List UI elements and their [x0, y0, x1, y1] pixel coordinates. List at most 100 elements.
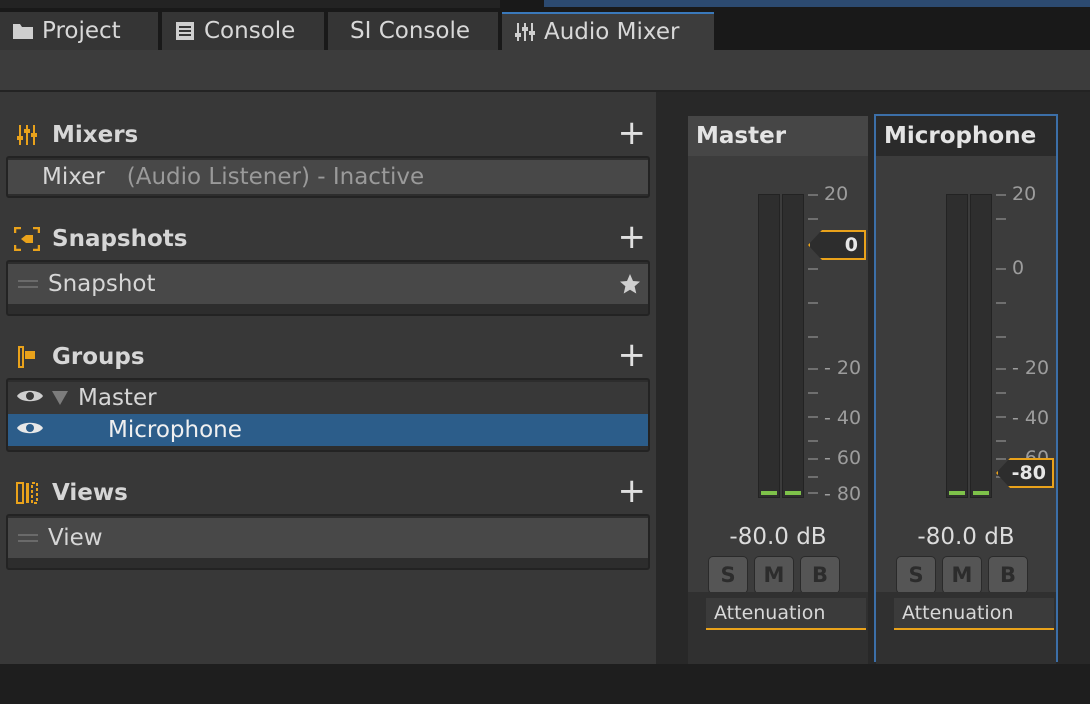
mixer-list-item[interactable]: Mixer (Audio Listener) - Inactive [8, 160, 648, 194]
section-title: Mixers [52, 122, 139, 148]
tab-project[interactable]: Project [0, 12, 158, 50]
bypass-button[interactable]: B [988, 556, 1028, 594]
scale-label: 0 [1012, 257, 1025, 279]
scale-label: 20 [1012, 183, 1037, 205]
meter-level [973, 491, 989, 495]
views-icon [14, 480, 40, 506]
snapshot-icon [14, 226, 40, 252]
add-mixer-button[interactable]: + [618, 116, 647, 150]
add-view-button[interactable]: + [618, 474, 647, 508]
top-strip-right [544, 0, 1090, 7]
channel-strip-master[interactable]: Master 20 - 20 - 40 - 60 - 80 0 -80.0 dB… [688, 116, 868, 664]
scale-tick [808, 458, 818, 460]
level-meter-right [970, 194, 992, 498]
section-title: Snapshots [52, 226, 188, 252]
tab-label: SI Console [350, 18, 470, 44]
mixer-name: Mixer [42, 164, 105, 190]
strip-title[interactable]: Master [688, 116, 868, 156]
tab-si-console[interactable]: SI Console [328, 12, 498, 50]
mute-button[interactable]: M [754, 556, 794, 594]
mixers-icon [14, 122, 40, 148]
scale-tick [808, 476, 818, 478]
folder-icon [12, 20, 34, 42]
scale-tick [996, 458, 1006, 460]
scale-tick [808, 368, 818, 370]
level-meter-right [782, 194, 804, 498]
top-strip-left [0, 0, 500, 8]
section-title: Views [52, 480, 128, 506]
scale-tick [808, 268, 818, 270]
scale-tick [808, 194, 818, 196]
channel-strip-microphone[interactable]: Microphone 20 0 - 20 - 40 - 60 -80 -80.0… [874, 114, 1058, 664]
solo-button[interactable]: S [896, 556, 936, 594]
scale-tick [996, 392, 1006, 394]
level-readout: -80.0 dB [729, 524, 827, 550]
mixer-sidebar: Mixers + Mixer (Audio Listener) - Inacti… [0, 92, 656, 664]
drag-handle-icon[interactable] [18, 280, 38, 288]
view-list-item[interactable]: View [8, 518, 648, 558]
level-meter-left [946, 194, 968, 498]
tab-audio-mixer[interactable]: Audio Mixer [502, 12, 714, 50]
expand-triangle-icon[interactable] [52, 385, 68, 411]
attenuation-effect[interactable]: Attenuation [706, 598, 866, 630]
group-name: Master [78, 385, 157, 411]
scale-tick [808, 440, 818, 442]
scale-tick [808, 336, 818, 338]
snapshots-header: Snapshots + [14, 220, 647, 254]
add-group-button[interactable]: + [618, 338, 647, 372]
scale-label: - 40 [824, 407, 862, 429]
group-row-master[interactable]: Master [8, 382, 648, 414]
strip-title[interactable]: Microphone [876, 116, 1056, 156]
scale-label: - 80 [824, 483, 862, 505]
scale-tick [808, 492, 818, 494]
scale-tick [996, 440, 1006, 442]
tab-label: Project [42, 18, 121, 44]
tab-bar: Project Console SI Console Audio Mixer [0, 12, 1090, 52]
attenuation-effect[interactable]: Attenuation [894, 598, 1054, 630]
effects-area: Attenuation [688, 592, 868, 664]
scale-label: - 40 [1012, 407, 1050, 429]
mute-button[interactable]: M [942, 556, 982, 594]
scale-tick [996, 302, 1006, 304]
scale-tick [808, 392, 818, 394]
add-snapshot-button[interactable]: + [618, 220, 647, 254]
group-row-microphone[interactable]: Microphone [8, 414, 648, 446]
mixers-header: Mixers + [14, 116, 647, 150]
views-list: View [6, 514, 650, 570]
level-meter-left [758, 194, 780, 498]
tab-console[interactable]: Console [162, 12, 324, 50]
tab-label: Console [204, 18, 296, 44]
solo-button[interactable]: S [708, 556, 748, 594]
drag-handle-icon[interactable] [18, 534, 38, 542]
strip-buttons: S M B [896, 556, 1028, 594]
groups-icon [14, 344, 40, 370]
tab-label: Audio Mixer [544, 19, 680, 45]
mixer-info: (Audio Listener) - Inactive [126, 164, 425, 190]
mixer-sliders-icon [514, 21, 536, 43]
groups-tree: Master Microphone [6, 378, 650, 452]
star-icon[interactable] [618, 272, 642, 302]
scale-label: 20 [824, 183, 849, 205]
scale-tick [808, 302, 818, 304]
snapshot-name: Snapshot [48, 271, 156, 297]
meter-level [761, 491, 777, 495]
strip-buttons: S M B [708, 556, 840, 594]
mixers-list: Mixer (Audio Listener) - Inactive [6, 156, 650, 198]
eye-icon[interactable] [16, 417, 44, 443]
views-header: Views + [14, 474, 647, 508]
scale-tick [996, 218, 1006, 220]
scale-tick [808, 218, 818, 220]
scale-tick [996, 416, 1006, 418]
groups-header: Groups + [14, 338, 647, 372]
mixer-toolbar [0, 50, 1090, 92]
level-readout: -80.0 dB [917, 524, 1015, 550]
scale-label: - 20 [1012, 357, 1050, 379]
scale-tick [996, 368, 1006, 370]
scale-label: - 20 [824, 357, 862, 379]
console-icon [174, 20, 196, 42]
meter-level [949, 491, 965, 495]
bypass-button[interactable]: B [800, 556, 840, 594]
snapshot-list-item[interactable]: Snapshot [8, 264, 648, 304]
section-title: Groups [52, 344, 145, 370]
eye-icon[interactable] [16, 385, 44, 411]
